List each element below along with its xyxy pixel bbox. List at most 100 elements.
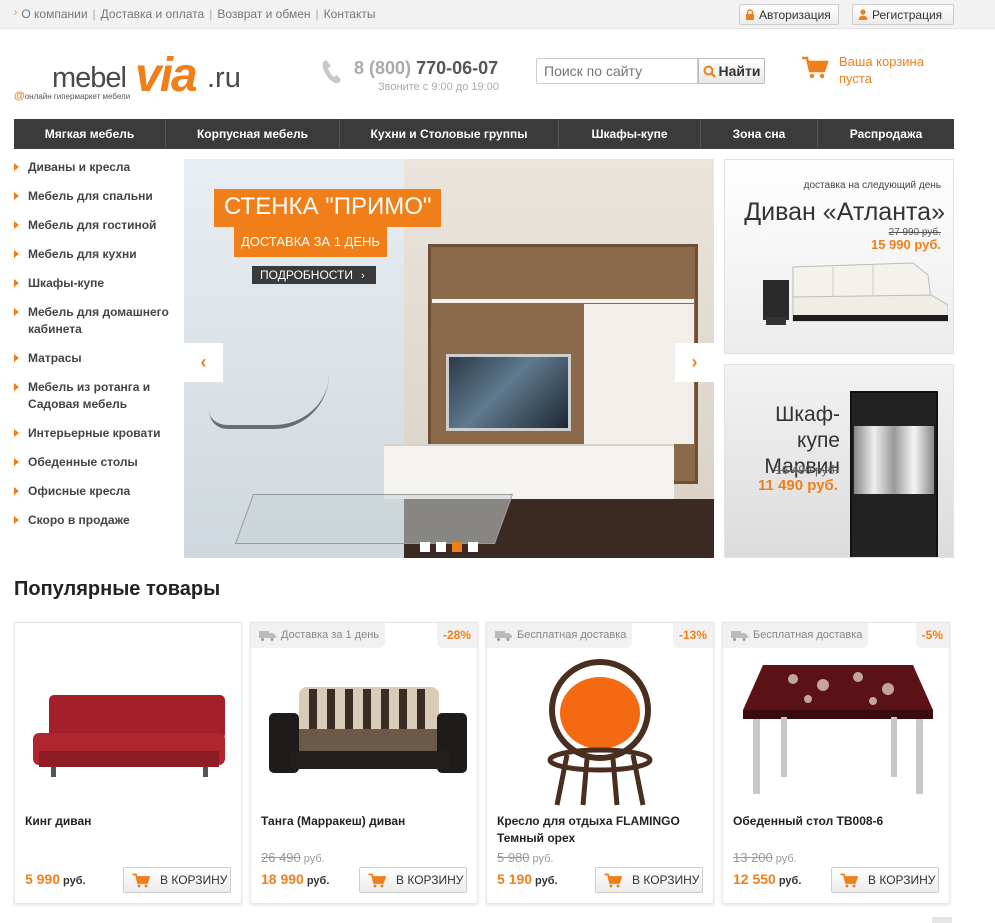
user-icon [858, 9, 868, 20]
add-to-cart-button[interactable]: В КОРЗИНУ [359, 867, 467, 893]
product-card[interactable]: Доставка за 1 день -28% Танга (Марракеш)… [250, 622, 478, 904]
sidebar-item-sofas[interactable]: Диваны и кресла [14, 159, 172, 176]
sidebar-item-coming-soon[interactable]: Скоро в продаже [14, 512, 172, 529]
sidebar-item-living-room[interactable]: Мебель для гостиной [14, 217, 172, 234]
wardrobe-mirror [854, 426, 934, 494]
slide-image-tv-cabinet [384, 444, 674, 499]
bullet-icon [14, 383, 19, 391]
promo-marvin[interactable]: Шкаф-купе Марвин 16 490 руб. 11 490 руб. [724, 364, 954, 558]
promo-note: доставка на следующий день [803, 180, 941, 191]
lock-icon [746, 9, 754, 20]
sidebar-item-dining-tables[interactable]: Обеденные столы [14, 454, 172, 471]
search-button[interactable]: Найти [698, 58, 765, 84]
cart-status[interactable]: Ваша корзина пуста [839, 53, 949, 87]
cart-icon [604, 873, 622, 887]
cart-icon [132, 873, 150, 887]
truck-icon [731, 631, 748, 641]
product-card[interactable]: Бесплатная доставка -13% Кресло для отды… [486, 622, 714, 904]
corner-sofa-image [763, 262, 948, 325]
slider-dot[interactable] [468, 542, 478, 552]
bullet-icon [14, 192, 19, 200]
nav-item-cabinet-furniture[interactable]: Корпусная мебель [166, 119, 340, 149]
top-links: › О компании | Доставка и оплата | Возвр… [14, 7, 376, 21]
logo-ru: .ru [207, 62, 241, 94]
product-name[interactable]: Танга (Марракеш) диван [261, 813, 471, 830]
add-to-cart-button[interactable]: В КОРЗИНУ [831, 867, 939, 893]
product-image [547, 659, 653, 806]
cart-icon [368, 873, 386, 887]
promo-title: Диван «Атланта» [744, 198, 945, 226]
product-card[interactable]: Кинг диван 5 990 руб. В КОРЗИНУ [14, 622, 242, 904]
promo-atlanta[interactable]: доставка на следующий день Диван «Атлант… [724, 159, 954, 354]
sidebar-item-rattan-garden[interactable]: Мебель из ротанга и Садовая мебель [14, 379, 172, 413]
product-card[interactable]: Бесплатная доставка -5% Обеденный стол T… [722, 622, 950, 904]
slider-prev-button[interactable]: ‹ [184, 343, 223, 382]
slider-dot[interactable] [420, 542, 430, 552]
add-to-cart-button[interactable]: В КОРЗИНУ [123, 867, 231, 893]
product-name[interactable]: Кресло для отдыха FLAMINGO Темный орех [497, 813, 707, 847]
phone-hours: Звоните с 9:00 до 19:00 [378, 81, 499, 93]
main-nav: Мягкая мебель Корпусная мебель Кухни и С… [14, 119, 954, 149]
sidebar-item-office-chairs[interactable]: Офисные кресла [14, 483, 172, 500]
top-link-contacts[interactable]: Контакты [324, 7, 376, 21]
site-logo[interactable]: mebel via .ru @онлайн гипермаркет мебели [14, 44, 254, 102]
bullet-icon [14, 458, 19, 466]
top-link-about[interactable]: О компании [21, 7, 87, 21]
top-link-delivery[interactable]: Доставка и оплата [101, 7, 205, 21]
sidebar-item-bedroom[interactable]: Мебель для спальни [14, 188, 172, 205]
cart-icon[interactable] [801, 56, 829, 80]
promo-new-price: 11 490 руб. [758, 477, 838, 494]
section-title: Популярные товары [14, 578, 221, 600]
product-price: 12 550 руб. [733, 871, 802, 887]
nav-item-sleep-zone[interactable]: Зона сна [701, 119, 818, 149]
register-button[interactable]: Регистрация [852, 4, 954, 25]
nav-item-kitchens[interactable]: Кухни и Столовые группы [340, 119, 559, 149]
nav-item-soft-furniture[interactable]: Мягкая мебель [14, 119, 166, 149]
chevron-right-icon: › [691, 352, 698, 372]
slider-dot[interactable] [452, 542, 462, 552]
slide-image-shelf [432, 299, 694, 303]
product-image [743, 665, 933, 794]
sidebar-item-wardrobes[interactable]: Шкафы-купе [14, 275, 172, 292]
logo-tagline: @онлайн гипермаркет мебели [14, 90, 131, 102]
sidebar-item-kitchen[interactable]: Мебель для кухни [14, 246, 172, 263]
search-button-label: Найти [718, 63, 761, 79]
nav-item-wardrobes[interactable]: Шкафы-купе [559, 119, 701, 149]
promo-new-price: 15 990 руб. [870, 237, 941, 252]
discount-badge: -28% [436, 623, 477, 648]
logo-via: via [135, 49, 198, 102]
bullet-icon [14, 250, 19, 258]
discount-badge: -13% [672, 623, 713, 648]
product-image [33, 695, 225, 777]
add-to-cart-button[interactable]: В КОРЗИНУ [595, 867, 703, 893]
slider-dot[interactable] [436, 542, 446, 552]
product-price: 18 990 руб. [261, 871, 330, 887]
nav-item-sale[interactable]: Распродажа [818, 119, 954, 149]
sidebar-item-home-office[interactable]: Мебель для домашнего кабинета [14, 304, 172, 338]
truck-icon [495, 631, 512, 641]
divider: | [209, 7, 213, 21]
sidebar-item-mattresses[interactable]: Матрасы [14, 350, 172, 367]
phone-number[interactable]: 8 (800) 770-06-07 [354, 58, 498, 79]
divider: | [92, 7, 96, 21]
bullet-icon [14, 279, 19, 287]
scroll-up-button[interactable] [932, 917, 952, 923]
shipping-badge: Бесплатная доставка [723, 623, 869, 648]
sidebar-item-interior-beds[interactable]: Интерьерные кровати [14, 425, 172, 442]
shipping-badge: Доставка за 1 день [251, 623, 386, 648]
bullet-icon [14, 308, 19, 316]
product-name[interactable]: Кинг диван [25, 813, 235, 830]
login-button[interactable]: Авторизация [739, 4, 839, 25]
bullet-icon [14, 487, 19, 495]
slide-details-button[interactable]: ПОДРОБНОСТИ › [252, 266, 376, 284]
product-name[interactable]: Обеденный стол TB008-6 [733, 813, 943, 830]
search-input[interactable] [536, 58, 698, 84]
top-link-returns[interactable]: Возврат и обмен [217, 7, 310, 21]
cart-icon [840, 873, 858, 887]
login-label: Авторизация [759, 7, 831, 22]
arrow-right-icon: › [14, 7, 18, 18]
slider-next-button[interactable]: › [675, 343, 714, 382]
bullet-icon [14, 163, 19, 171]
phone-icon [322, 60, 341, 84]
product-price: 5 990 руб. [25, 871, 86, 887]
